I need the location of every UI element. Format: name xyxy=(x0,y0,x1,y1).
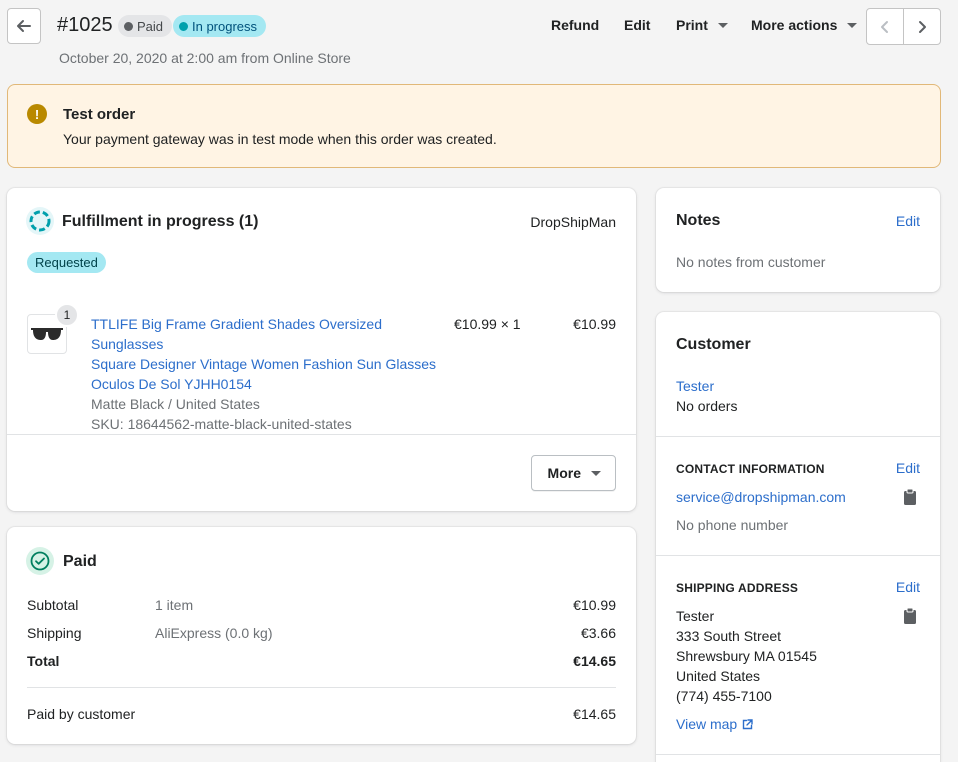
payment-card: Paid Subtotal 1 item €10.99 Shipping Ali… xyxy=(7,527,636,744)
fulfillment-status-badge: In progress xyxy=(173,15,267,37)
row-amount: €14.65 xyxy=(573,653,616,669)
requested-badge: Requested xyxy=(27,252,106,273)
caret-down-icon xyxy=(717,22,728,28)
notes-title: Notes xyxy=(676,212,721,229)
print-label: Print xyxy=(676,17,708,33)
banner-title: Test order xyxy=(63,106,136,123)
more-actions-button[interactable]: More actions xyxy=(751,17,858,33)
address-line: 333 South Street xyxy=(676,628,782,644)
next-order-button[interactable] xyxy=(903,8,941,45)
contact-info-label: CONTACT INFORMATION xyxy=(676,462,825,476)
arrow-left-icon xyxy=(17,20,31,32)
fulfillment-title: Fulfillment in progress (1) xyxy=(62,213,259,230)
more-button[interactable]: More xyxy=(530,455,616,491)
row-amount: €3.66 xyxy=(580,625,616,641)
back-button[interactable] xyxy=(7,8,41,44)
notes-edit-link[interactable]: Edit xyxy=(896,213,920,229)
row-label: Total xyxy=(27,653,60,669)
fulfillment-card: Fulfillment in progress (1) DropShipMan … xyxy=(7,188,636,511)
caret-down-icon xyxy=(847,22,858,28)
paid-by-label: Paid by customer xyxy=(27,706,136,722)
more-actions-label: More actions xyxy=(751,17,838,33)
status-dot-icon xyxy=(124,21,133,31)
notes-card: Notes Edit No notes from customer xyxy=(656,188,940,292)
refund-button[interactable]: Refund xyxy=(551,17,599,33)
product-sku: SKU: 18644562-matte-black-united-states xyxy=(91,416,352,432)
customer-card: Customer Tester No orders CONTACT INFORM… xyxy=(656,312,940,762)
view-map-label: View map xyxy=(676,716,738,732)
external-link-icon xyxy=(743,718,753,729)
status-dot-icon xyxy=(179,21,188,31)
notes-text: No notes from customer xyxy=(676,254,826,270)
contact-edit-link[interactable]: Edit xyxy=(896,460,920,476)
shipping-address: Tester 333 South Street Shrewsbury MA 01… xyxy=(676,606,817,706)
previous-order-button[interactable] xyxy=(866,8,904,45)
refund-label: Refund xyxy=(551,17,600,33)
shipping-address-label: SHIPPING ADDRESS xyxy=(676,581,799,595)
order-number: #1025 xyxy=(57,14,113,36)
paid-by-amount: €14.65 xyxy=(573,706,616,722)
view-map-link[interactable]: View map xyxy=(676,714,753,734)
customer-phone: No phone number xyxy=(676,517,789,533)
product-info: TTLIFE Big Frame Gradient Shades Oversiz… xyxy=(91,314,443,434)
product-name-line: Oculos De Sol YJHH0154 xyxy=(91,376,252,392)
total-row: Total €14.65 xyxy=(27,653,616,673)
shipping-row: Shipping AliExpress (0.0 kg) €3.66 xyxy=(27,625,616,645)
row-detail: AliExpress (0.0 kg) xyxy=(155,625,273,641)
product-name-line: Square Designer Vintage Women Fashion Su… xyxy=(91,356,437,372)
progress-circle-icon xyxy=(26,207,54,235)
sunglasses-icon xyxy=(31,328,63,340)
row-label: Shipping xyxy=(27,625,82,641)
payment-title: Paid xyxy=(63,553,97,570)
test-order-banner: ! Test order Your payment gateway was in… xyxy=(7,84,941,168)
divider xyxy=(656,555,940,556)
customer-email-link[interactable]: service@dropshipman.com xyxy=(676,487,846,507)
banner-text: Your payment gateway was in test mode wh… xyxy=(63,131,497,147)
unit-price: €10.99 × 1 xyxy=(454,316,521,332)
row-label: Subtotal xyxy=(27,597,79,613)
payment-status-badge: Paid xyxy=(118,15,173,37)
chevron-left-icon xyxy=(881,20,888,33)
edit-button[interactable]: Edit xyxy=(624,17,650,33)
more-label: More xyxy=(547,465,581,481)
product-name-line: TTLIFE Big Frame Gradient Shades Oversiz… xyxy=(91,316,382,352)
address-line: (774) 455-7100 xyxy=(676,688,772,704)
payment-status-label: Paid xyxy=(137,18,164,34)
check-circle-icon xyxy=(26,547,54,575)
caret-down-icon xyxy=(591,470,601,476)
customer-title: Customer xyxy=(676,336,751,353)
fulfillment-status-label: In progress xyxy=(192,18,258,34)
exclamation-circle-icon: ! xyxy=(27,104,47,124)
paid-by-row: Paid by customer €14.65 xyxy=(27,706,616,726)
clipboard-icon[interactable] xyxy=(903,607,917,625)
clipboard-icon[interactable] xyxy=(903,488,917,506)
quantity-badge: 1 xyxy=(55,303,79,327)
customer-name-link[interactable]: Tester xyxy=(676,376,714,396)
product-variant: Matte Black / United States xyxy=(91,396,260,412)
product-link[interactable]: TTLIFE Big Frame Gradient Shades Oversiz… xyxy=(91,314,443,394)
row-detail: 1 item xyxy=(155,597,194,613)
fulfillment-location: DropShipMan xyxy=(530,214,616,230)
line-total: €10.99 xyxy=(573,316,616,332)
customer-orders: No orders xyxy=(676,398,738,414)
address-line: Shrewsbury MA 01545 xyxy=(676,648,817,664)
shipping-edit-link[interactable]: Edit xyxy=(896,579,920,595)
chevron-right-icon xyxy=(919,20,926,33)
divider xyxy=(7,434,636,435)
row-amount: €10.99 xyxy=(573,597,616,613)
order-date: October 20, 2020 at 2:00 am from Online … xyxy=(59,50,351,66)
subtotal-row: Subtotal 1 item €10.99 xyxy=(27,597,616,617)
divider xyxy=(656,436,940,437)
address-line: United States xyxy=(676,668,761,684)
divider xyxy=(27,687,616,688)
print-button[interactable]: Print xyxy=(676,17,728,33)
edit-label: Edit xyxy=(624,17,651,33)
address-line: Tester xyxy=(676,608,715,624)
divider xyxy=(656,754,940,755)
